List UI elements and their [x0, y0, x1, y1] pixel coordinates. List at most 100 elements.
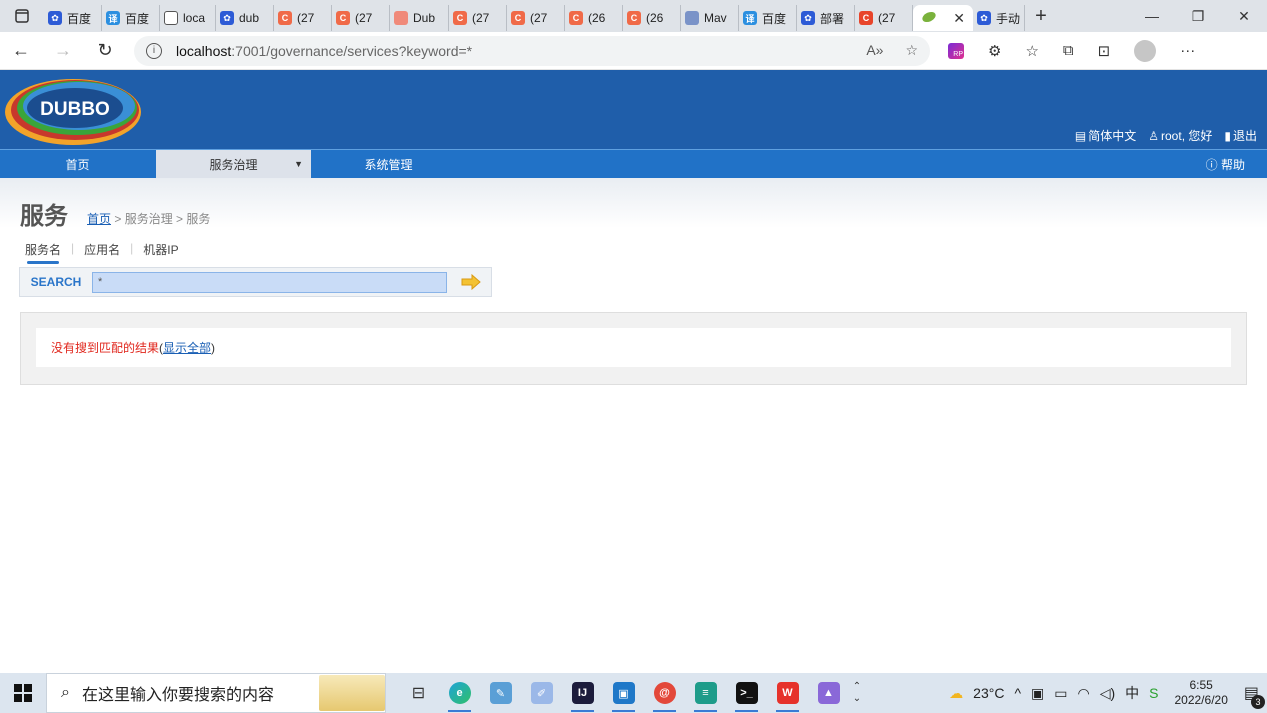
dubbo-logo: DUBBO — [5, 79, 141, 145]
tab-separator: | — [71, 241, 75, 255]
weather-icon: ☁ — [949, 684, 964, 701]
nav-service-governance[interactable]: 服务治理 ▼ — [156, 150, 311, 178]
csdn-icon: C — [511, 11, 525, 25]
browser-tab[interactable]: ✿ dub — [216, 5, 274, 31]
app-feather-icon[interactable]: ✎ — [480, 673, 521, 713]
browser-tab[interactable]: C (27 — [274, 5, 332, 31]
nav-system-management[interactable]: 系统管理 ▼ — [311, 150, 466, 178]
input-method-icon[interactable]: S — [1149, 685, 1158, 701]
dropdown-arrow-icon: ▼ — [294, 159, 303, 169]
tab-actions-icon[interactable] — [0, 0, 44, 32]
notification-icon[interactable]: ▤ 3 — [1244, 683, 1265, 709]
show-hidden-icons[interactable]: ^ — [1014, 685, 1021, 701]
main-nav: 首页 服务治理 ▼ 系统管理 ▼ ⓘ 帮助 — [0, 149, 1267, 178]
translate-icon: 译 — [743, 11, 757, 25]
paw-icon: ✿ — [48, 11, 62, 25]
url-path: :7001/governance/services?keyword=* — [231, 42, 473, 59]
app-snail-icon[interactable]: @ — [644, 673, 685, 713]
reload-icon[interactable]: ↻ — [84, 40, 126, 61]
language-link[interactable]: ▤ 简体中文 — [1075, 127, 1136, 144]
info-icon[interactable]: i — [146, 42, 162, 59]
more-menu-icon[interactable]: ··· — [1180, 42, 1195, 59]
tab-machine-ip[interactable]: 机器IP — [143, 241, 178, 264]
tab-service-name[interactable]: 服务名 — [25, 241, 61, 264]
ime-indicator[interactable]: 中 — [1125, 683, 1139, 703]
mvn-icon — [685, 11, 699, 25]
battery-icon[interactable]: ▭ — [1054, 685, 1067, 702]
browser-tab[interactable]: 译百度 — [102, 5, 160, 31]
browser-tab[interactable]: C (27 — [449, 5, 507, 31]
search-go-arrow-icon[interactable] — [461, 274, 481, 290]
page-title: 服务 — [20, 202, 68, 230]
app-blue-icon[interactable]: ▣ — [603, 673, 644, 713]
wps-icon[interactable]: W — [767, 673, 808, 713]
breadcrumb: 首页 > 服务治理 > 服务 — [87, 212, 211, 226]
paw-icon: ✿ — [801, 11, 815, 25]
clock[interactable]: 6:55 2022/6/20 — [1174, 678, 1227, 708]
close-tab-icon[interactable]: ✕ — [953, 10, 965, 27]
logout-icon: ▮ — [1224, 129, 1231, 143]
browser-tab[interactable]: C (27 — [855, 5, 913, 31]
terminal-icon[interactable]: >_ — [726, 673, 767, 713]
csdn-icon: C — [278, 11, 292, 25]
tray-app-icon[interactable]: ▣ — [1031, 685, 1044, 702]
csdn-icon: C — [569, 11, 583, 25]
csdn-icon: C — [336, 11, 350, 25]
app-paint-icon[interactable]: ✐ — [521, 673, 562, 713]
page-icon — [164, 11, 178, 25]
intellij-icon[interactable]: IJ — [562, 673, 603, 713]
logout-link[interactable]: ▮ 退出 — [1224, 127, 1257, 144]
extension-rp-icon[interactable]: RP — [948, 42, 964, 59]
edge-icon[interactable]: e — [439, 673, 480, 713]
browser-tab[interactable]: C (27 — [507, 5, 565, 31]
browser-essentials-icon[interactable]: ⊡ — [1098, 42, 1111, 60]
back-icon[interactable]: ← — [0, 40, 42, 61]
search-highlight-image — [319, 675, 385, 711]
tab-separator: | — [130, 241, 134, 255]
new-tab-button[interactable]: + — [1025, 5, 1057, 28]
app-stack-icon[interactable]: ≡ — [685, 673, 726, 713]
wifi-icon[interactable]: ◠ — [1077, 685, 1089, 702]
weather-temp[interactable]: 23°C — [973, 685, 1004, 701]
collections-icon[interactable]: ⧉ — [1063, 42, 1074, 59]
tab-trailing[interactable]: ✿ 手动 — [973, 5, 1026, 31]
nav-home[interactable]: 首页 — [0, 150, 155, 178]
help-link[interactable]: ⓘ 帮助 — [1206, 156, 1245, 173]
forward-icon[interactable]: → — [42, 40, 84, 61]
profile-avatar[interactable] — [1134, 39, 1157, 62]
url-field[interactable]: i localhost :7001/governance/services?ke… — [134, 35, 930, 66]
notification-count: 3 — [1251, 695, 1265, 709]
app-mountain-icon[interactable]: ▲ — [808, 673, 849, 713]
close-window-icon[interactable]: ✕ — [1221, 8, 1267, 25]
breadcrumb-home-link[interactable]: 首页 — [87, 212, 111, 226]
taskbar-search-box[interactable]: ⌕ 在这里输入你要搜索的内容 — [46, 673, 386, 713]
scroll-arrows-icon[interactable]: ⌃ ⌄ — [849, 673, 865, 713]
paw-icon: ✿ — [977, 11, 991, 25]
browser-tab[interactable]: C (27 — [332, 5, 390, 31]
task-view-icon[interactable]: ⊟ — [398, 673, 439, 713]
search-label: SEARCH — [30, 275, 82, 289]
search-bar: SEARCH — [19, 267, 492, 297]
favorites-icon[interactable]: ☆ — [1025, 42, 1038, 60]
browser-tab[interactable]: ✿ 部署 — [797, 5, 855, 31]
browser-tab[interactable]: Mav — [681, 5, 739, 31]
minimize-icon[interactable]: — — [1129, 8, 1175, 25]
browser-tab[interactable]: C (26 — [565, 5, 623, 31]
show-all-link[interactable]: 显示全部 — [163, 341, 211, 355]
user-greeting: ♙ root, 您好 — [1148, 129, 1213, 143]
read-aloud-icon[interactable]: A» — [866, 42, 883, 59]
extensions-icon[interactable]: ⚙ — [988, 42, 1001, 60]
browser-tab[interactable]: 译百度 — [739, 5, 797, 31]
search-input[interactable] — [92, 271, 447, 293]
address-bar-row: ← → ↻ i localhost :7001/governance/servi… — [0, 32, 1267, 70]
restore-icon[interactable]: ❐ — [1175, 8, 1221, 25]
browser-tab[interactable]: ✿ 百度 — [44, 5, 102, 31]
tab-application-name[interactable]: 应用名 — [84, 241, 120, 264]
browser-tab[interactable]: Dub — [390, 5, 449, 31]
browser-tab[interactable]: loca — [160, 5, 216, 31]
volume-icon[interactable]: ◁) — [1100, 685, 1115, 702]
tab-active-dubbo[interactable]: ✕ — [913, 5, 973, 31]
windows-start-icon[interactable] — [0, 684, 46, 702]
browser-tab[interactable]: C (26 — [623, 5, 681, 31]
add-favorite-icon[interactable]: ☆ — [905, 42, 918, 59]
